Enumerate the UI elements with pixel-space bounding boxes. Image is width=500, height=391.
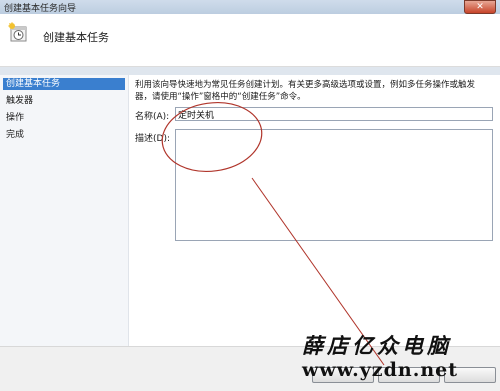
name-label: 名称(A):: [135, 112, 170, 122]
page-title: 创建基本任务: [43, 31, 109, 44]
watermark-url: www.yzdn.net: [302, 359, 458, 381]
close-button[interactable]: ✕: [464, 0, 496, 14]
window-title: 创建基本任务向导: [4, 4, 77, 14]
description-textarea[interactable]: [175, 129, 493, 241]
sidebar-item-create-basic-task[interactable]: 创建基本任务: [3, 78, 125, 90]
wizard-description: 利用该向导快速地为常见任务创建计划。有关更多高级选项或设置，例如多任务操作或触发…: [135, 79, 493, 103]
description-label: 描述(D):: [135, 134, 170, 144]
close-icon: ✕: [476, 2, 484, 12]
sidebar-item-finish[interactable]: 完成: [3, 129, 27, 141]
name-input[interactable]: [175, 107, 493, 121]
description-line-2: 器，请使用“操作”窗格中的“创建任务”命令。: [135, 92, 306, 102]
task-wizard-icon: [8, 22, 27, 42]
wizard-steps-sidebar: 创建基本任务 触发器 操作 完成: [0, 75, 129, 390]
wizard-header: 创建基本任务: [0, 14, 500, 67]
description-line-1: 利用该向导快速地为常见任务创建计划。有关更多高级选项或设置，例如多任务操作或触发: [135, 80, 476, 90]
sidebar-item-action[interactable]: 操作: [3, 112, 27, 124]
title-bar: 创建基本任务向导 ✕: [0, 0, 500, 14]
watermark-brand: 薛店亿众电脑: [302, 333, 452, 358]
sidebar-item-trigger[interactable]: 触发器: [3, 95, 36, 107]
